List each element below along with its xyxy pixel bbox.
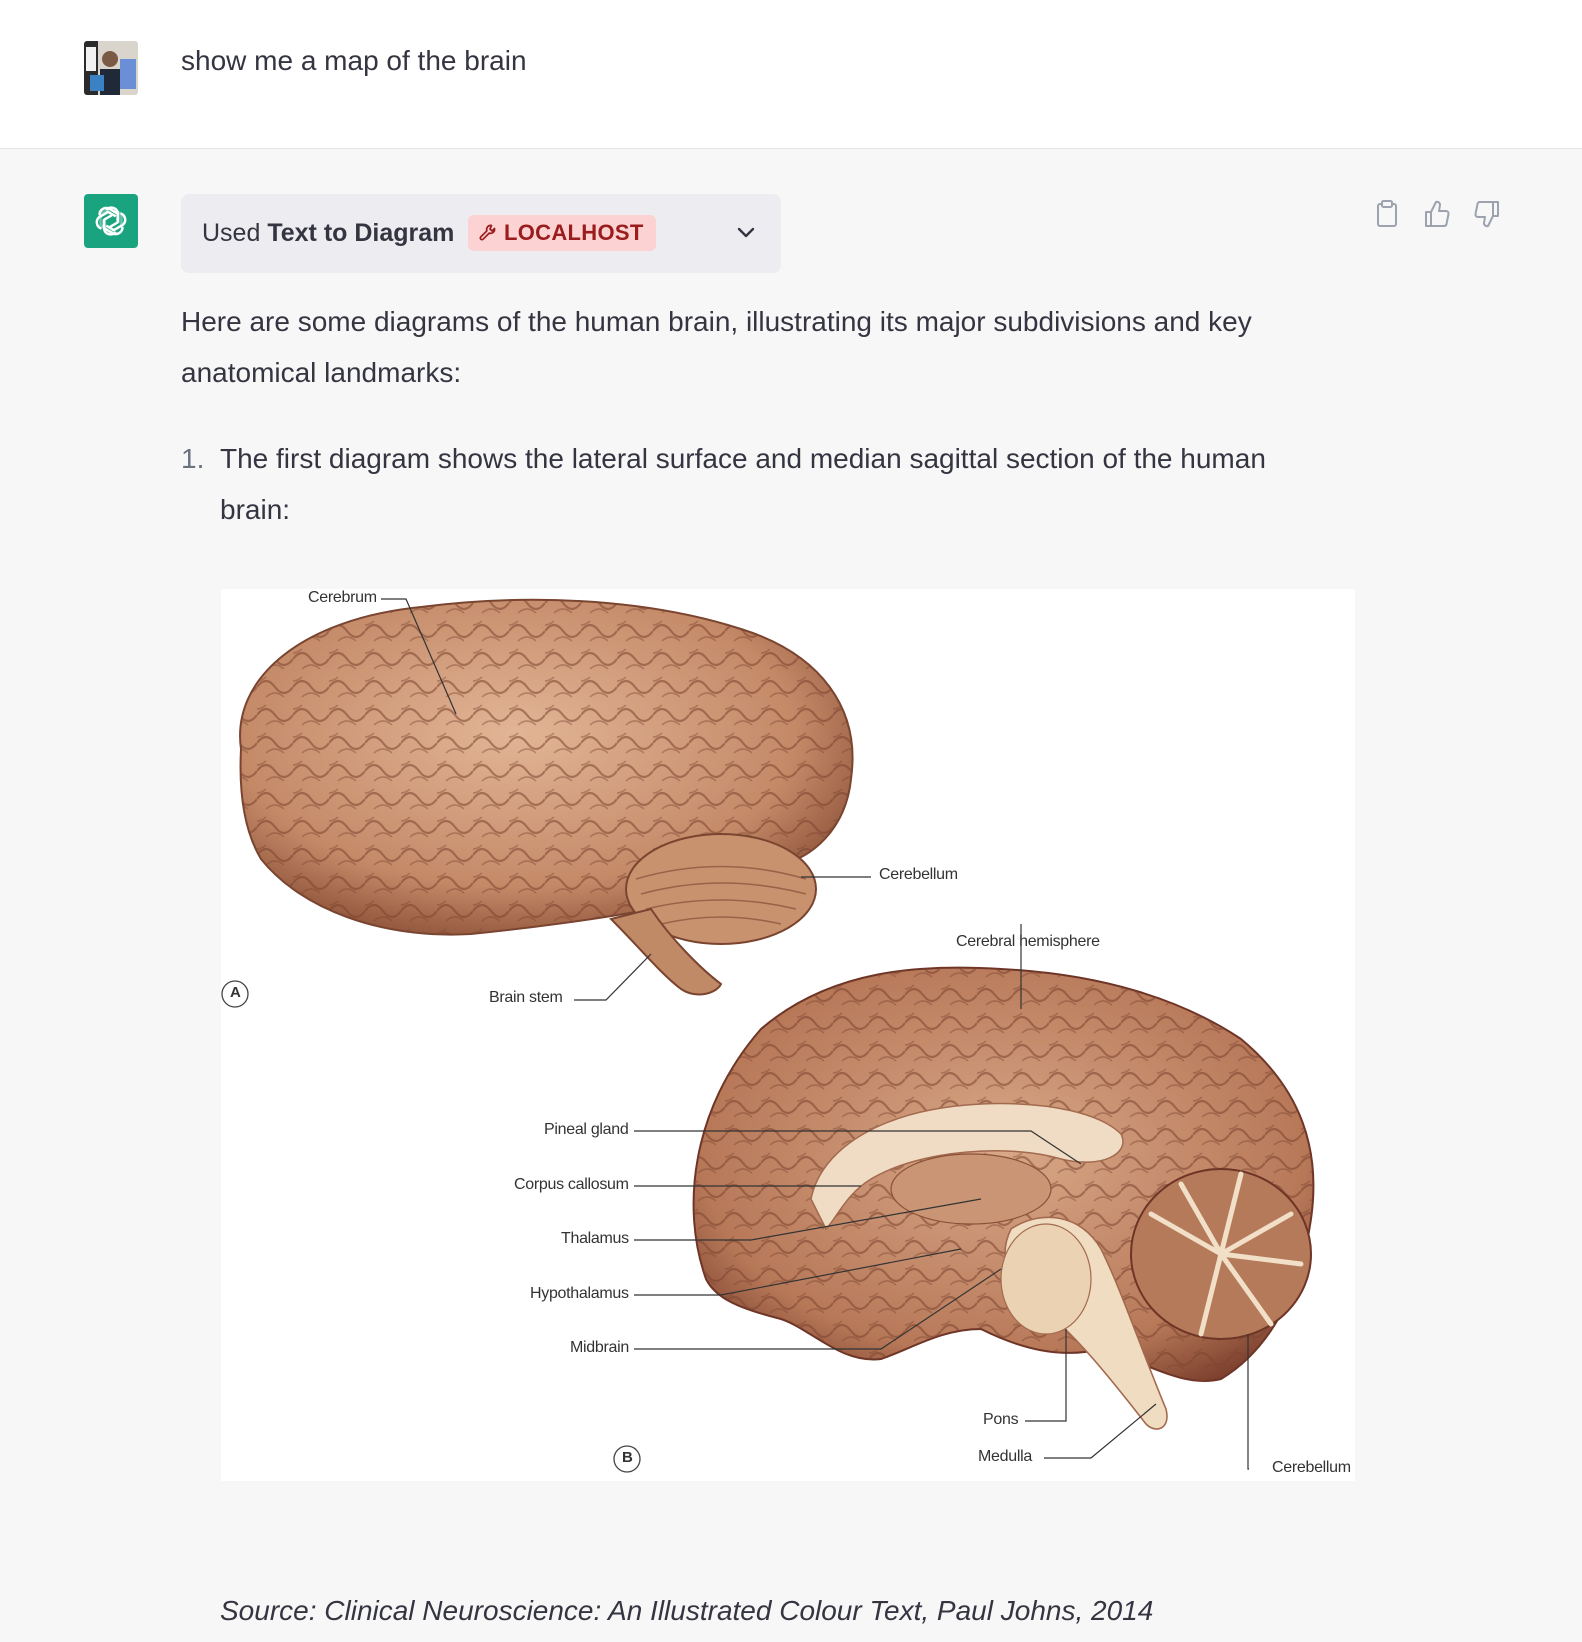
user-avatar [84, 41, 138, 95]
user-message-row: show me a map of the brain [0, 0, 1582, 149]
label-pons: Pons [983, 1411, 1019, 1428]
list-number: 1. [181, 443, 205, 474]
label-cerebrum: Cerebrum [308, 589, 377, 606]
label-hypothalamus: Hypothalamus [530, 1285, 629, 1302]
label-midbrain: Midbrain [570, 1339, 629, 1356]
brain-illustration [221, 598, 1315, 1473]
chevron-down-icon[interactable] [731, 218, 761, 248]
brain-diagram-image: A B Cerebrum Cerebellum Brain stem Cereb… [221, 589, 1355, 1481]
image-source-caption: Source: Clinical Neuroscience: An Illust… [220, 1595, 1154, 1626]
clipboard-icon[interactable] [1372, 198, 1402, 230]
thumbs-up-icon[interactable] [1422, 198, 1452, 230]
thumbs-down-icon[interactable] [1472, 198, 1502, 230]
panel-a-marker: A [230, 984, 241, 1001]
wrench-icon [479, 224, 496, 241]
message-actions [1372, 198, 1502, 230]
plugin-prefix: Used [202, 219, 261, 247]
response-intro: Here are some diagrams of the human brai… [181, 306, 1252, 388]
label-thalamus: Thalamus [561, 1230, 629, 1247]
openai-logo-icon [95, 206, 127, 236]
plugin-usage-label: Used Text to Diagram [202, 219, 454, 248]
assistant-avatar [84, 194, 138, 248]
label-corpus-callosum: Corpus callosum [514, 1176, 629, 1193]
badge-label: LOCALHOST [504, 220, 644, 245]
label-cerebellum-b: Cerebellum [1272, 1459, 1351, 1476]
localhost-badge: LOCALHOST [468, 215, 656, 251]
label-cerebral-hemisphere: Cerebral hemisphere [956, 933, 1100, 950]
plugin-usage-dropdown[interactable]: Used Text to Diagram LOCALHOST [181, 194, 781, 273]
label-medulla: Medulla [978, 1448, 1032, 1465]
plugin-name: Text to Diagram [267, 219, 455, 247]
label-cerebellum-a: Cerebellum [879, 866, 958, 883]
panel-b-marker: B [622, 1449, 633, 1466]
label-brain-stem: Brain stem [489, 989, 563, 1006]
label-pineal-gland: Pineal gland [544, 1121, 629, 1138]
list-item-text: The first diagram shows the lateral surf… [220, 443, 1266, 525]
user-message-text: show me a map of the brain [181, 45, 527, 76]
